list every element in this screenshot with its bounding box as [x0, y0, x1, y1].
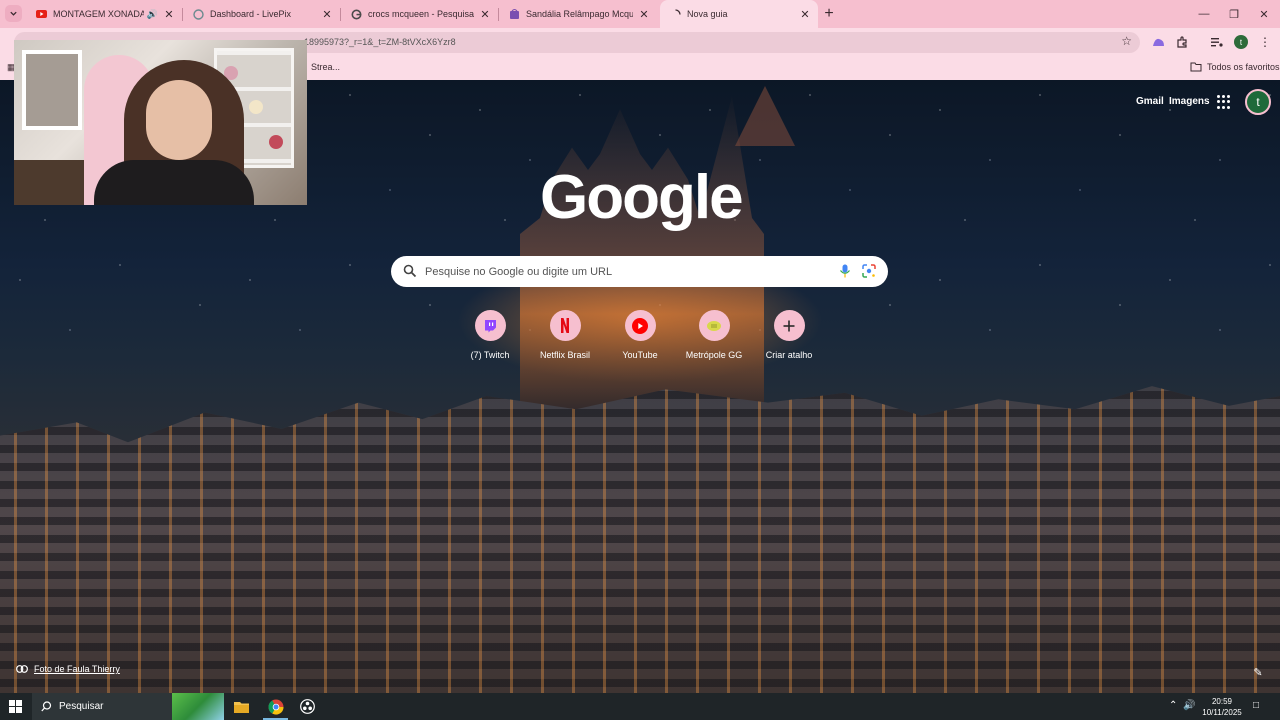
tab-google-search[interactable]: crocs mcqueen - Pesquisa Goo ✕ [341, 0, 499, 28]
google-apps-icon[interactable] [1217, 95, 1231, 109]
minimize-button[interactable]: — [1189, 0, 1219, 28]
shortcut-netflix[interactable]: Netflix Brasil [527, 310, 603, 360]
volume-icon[interactable]: 🔊 [1183, 700, 1195, 711]
tab-title: Dashboard - LivePix [210, 9, 292, 19]
webcam-person-body [94, 160, 254, 205]
livepix-icon [193, 8, 204, 20]
extensions-icon[interactable] [1173, 33, 1191, 51]
windows-start-icon[interactable] [9, 700, 22, 713]
twitch-icon [474, 310, 506, 341]
shortcut-label: YouTube [622, 350, 658, 360]
shortcut-youtube[interactable]: YouTube [602, 310, 678, 360]
netflix-icon [549, 310, 581, 341]
shortcut-twitch[interactable]: (7) Twitch [452, 310, 528, 360]
background-city [0, 386, 1280, 693]
shop-icon [509, 8, 520, 20]
loading-icon [670, 8, 681, 20]
account-avatar[interactable]: t [1245, 89, 1271, 115]
link-icon [16, 665, 28, 673]
chrome-icon[interactable] [259, 693, 292, 720]
taskbar-search-label: Pesquisar [59, 701, 104, 712]
shortcut-label: Criar atalho [765, 350, 813, 360]
taskbar-search[interactable]: Pesquisar [32, 693, 224, 720]
close-tab-icon[interactable]: ✕ [637, 7, 651, 21]
taskbar-clock[interactable]: 20:59 10/11/2025 [1198, 696, 1246, 718]
shortcut-label: (7) Twitch [470, 350, 510, 360]
tab-livepix[interactable]: Dashboard - LivePix ✕ [183, 0, 341, 28]
youtube-icon [36, 9, 47, 20]
gmail-link[interactable]: Gmail [1136, 96, 1164, 107]
close-tab-icon[interactable]: ✕ [320, 7, 334, 21]
webcam-overlay [14, 40, 307, 205]
tab-strip: MONTAGEM XONADA - Yo 🔊 ✕ Dashboard - Liv… [0, 0, 1280, 28]
tab-title: MONTAGEM XONADA - Yo [53, 9, 144, 19]
more-menu-icon[interactable]: ⋮ [1256, 33, 1274, 51]
shortcut-label: Netflix Brasil [539, 350, 590, 360]
google-icon [351, 9, 362, 20]
search-icon [403, 264, 417, 278]
webcam-person-face [146, 80, 212, 160]
speaker-icon[interactable]: 🔊 [147, 9, 158, 20]
restore-button[interactable]: ❐ [1219, 0, 1249, 28]
search-icon [41, 701, 52, 712]
tab-youtube[interactable]: MONTAGEM XONADA - Yo 🔊 ✕ [26, 0, 183, 28]
shortcut-add[interactable]: Criar atalho [751, 310, 827, 360]
tab-title: Nova guia [687, 9, 728, 19]
clock-date: 10/11/2025 [1202, 708, 1242, 717]
webcam-mirror [22, 50, 82, 130]
photo-credit[interactable]: Foto de Faula Thierry [16, 664, 120, 674]
plus-icon [773, 310, 805, 341]
close-tab-icon[interactable]: ✕ [798, 7, 812, 21]
microphone-icon[interactable] [839, 264, 851, 278]
address-bar-url: 18995973?_r=1&_t=ZM-8tVXcX6Yzr8 [304, 37, 456, 47]
tab-new-tab[interactable]: Nova guia ✕ [660, 0, 818, 28]
tray-chevron-up-icon[interactable]: ⌃ [1169, 700, 1177, 711]
clock-time: 20:59 [1211, 697, 1233, 706]
photo-credit-link[interactable]: Foto de Faula Thierry [34, 664, 120, 674]
images-link[interactable]: Imagens [1169, 96, 1210, 107]
search-highlight-image [172, 693, 224, 720]
windows-taskbar: Pesquisar ⌃ 🔊 20:59 10/11/2025 □ [0, 693, 1280, 720]
star-bookmark-icon[interactable]: ☆ [1121, 34, 1132, 48]
bookmark-item[interactable]: Strea... [311, 62, 340, 72]
youtube-icon [624, 310, 656, 341]
all-favorites-folder[interactable]: Todos os favoritos [1207, 62, 1280, 72]
search-box[interactable] [391, 256, 888, 287]
media-control-icon[interactable] [1208, 33, 1226, 51]
webcam-plush [249, 100, 263, 114]
google-logo: Google [540, 163, 744, 232]
tab-title: Sandália Relâmpago Mcqueen [526, 9, 633, 19]
copilot-icon[interactable] [1149, 33, 1167, 51]
close-window-button[interactable]: ✕ [1249, 0, 1279, 28]
shortcut-label: Metrópole GG [685, 350, 743, 360]
webcam-plush [269, 135, 283, 149]
metropole-icon [698, 310, 730, 341]
file-explorer-icon[interactable] [225, 693, 258, 720]
close-tab-icon[interactable]: ✕ [478, 7, 492, 21]
close-tab-icon[interactable]: ✕ [162, 7, 176, 21]
folder-icon [1190, 62, 1202, 74]
profile-avatar[interactable]: t [1234, 35, 1248, 49]
tab-search-button[interactable] [5, 5, 22, 22]
customize-pencil-icon[interactable]: ✎ [1250, 664, 1266, 680]
chevron-down-icon [10, 11, 17, 16]
tab-title: crocs mcqueen - Pesquisa Goo [368, 9, 474, 19]
tab-sandalia[interactable]: Sandália Relâmpago Mcqueen ✕ [499, 0, 657, 28]
search-input[interactable] [425, 262, 815, 281]
shortcut-metropole[interactable]: Metrópole GG [676, 310, 752, 360]
notifications-icon[interactable]: □ [1253, 700, 1259, 711]
new-tab-button[interactable]: + [820, 5, 838, 23]
obs-icon[interactable] [291, 693, 324, 720]
google-lens-icon[interactable] [862, 264, 876, 278]
